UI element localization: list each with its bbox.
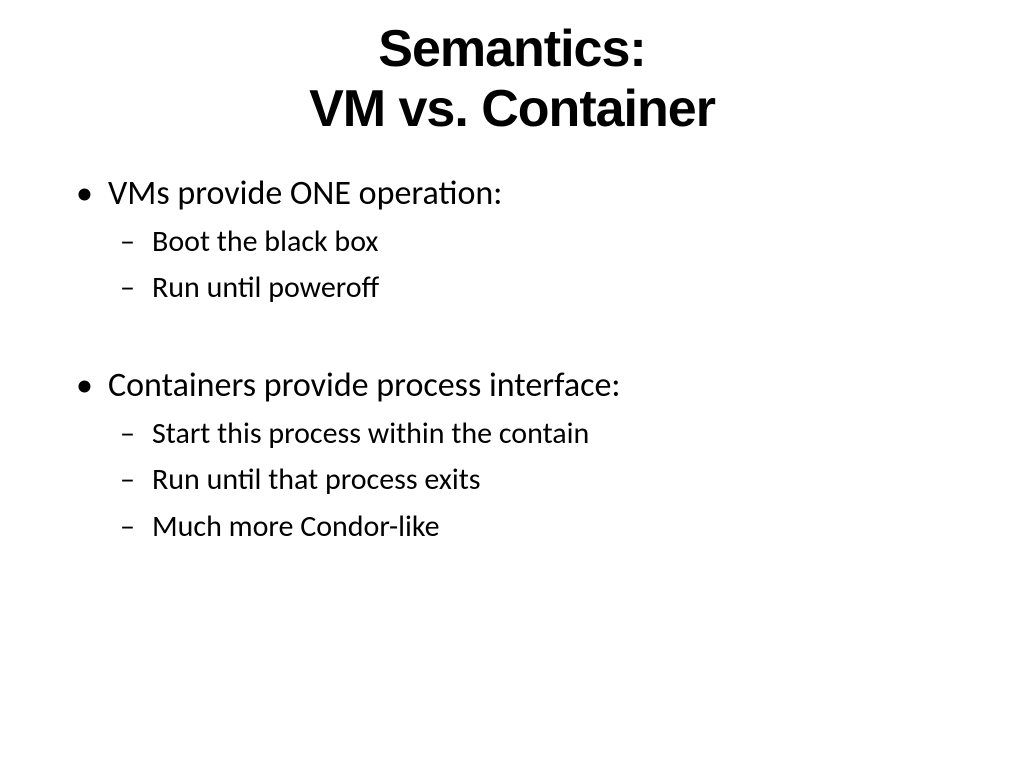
bullet-item: • VMs provide ONE operation: [70, 168, 964, 219]
sub-bullet-text: Boot the black box [152, 219, 378, 266]
dash-marker: – [120, 265, 152, 312]
sub-bullet-item: – Run until poweroff [70, 265, 964, 312]
spacer [70, 312, 964, 360]
slide-title: Semantics: VM vs. Container [60, 20, 964, 140]
sub-bullet-item: – Much more Condor-like [70, 504, 964, 551]
title-line1: Semantics: [60, 20, 964, 80]
sub-bullet-text: Start this process within the contain [152, 411, 589, 458]
bullet-item: • Containers provide process interface: [70, 360, 964, 411]
title-line2: VM vs. Container [60, 80, 964, 140]
dash-marker: – [120, 219, 152, 266]
sub-bullet-text: Run until that process exits [152, 457, 481, 504]
bullet-marker: • [70, 168, 108, 219]
sub-bullet-item: – Run until that process exits [70, 457, 964, 504]
sub-bullet-item: – Boot the black box [70, 219, 964, 266]
sub-bullet-text: Much more Condor-like [152, 504, 440, 551]
dash-marker: – [120, 457, 152, 504]
dash-marker: – [120, 411, 152, 458]
dash-marker: – [120, 504, 152, 551]
slide-content: • VMs provide ONE operation: – Boot the … [60, 168, 964, 551]
bullet-text: Containers provide process interface: [108, 360, 621, 411]
sub-bullet-item: – Start this process within the contain [70, 411, 964, 458]
sub-bullet-text: Run until poweroff [152, 265, 379, 312]
bullet-marker: • [70, 360, 108, 411]
bullet-text: VMs provide ONE operation: [108, 168, 502, 219]
